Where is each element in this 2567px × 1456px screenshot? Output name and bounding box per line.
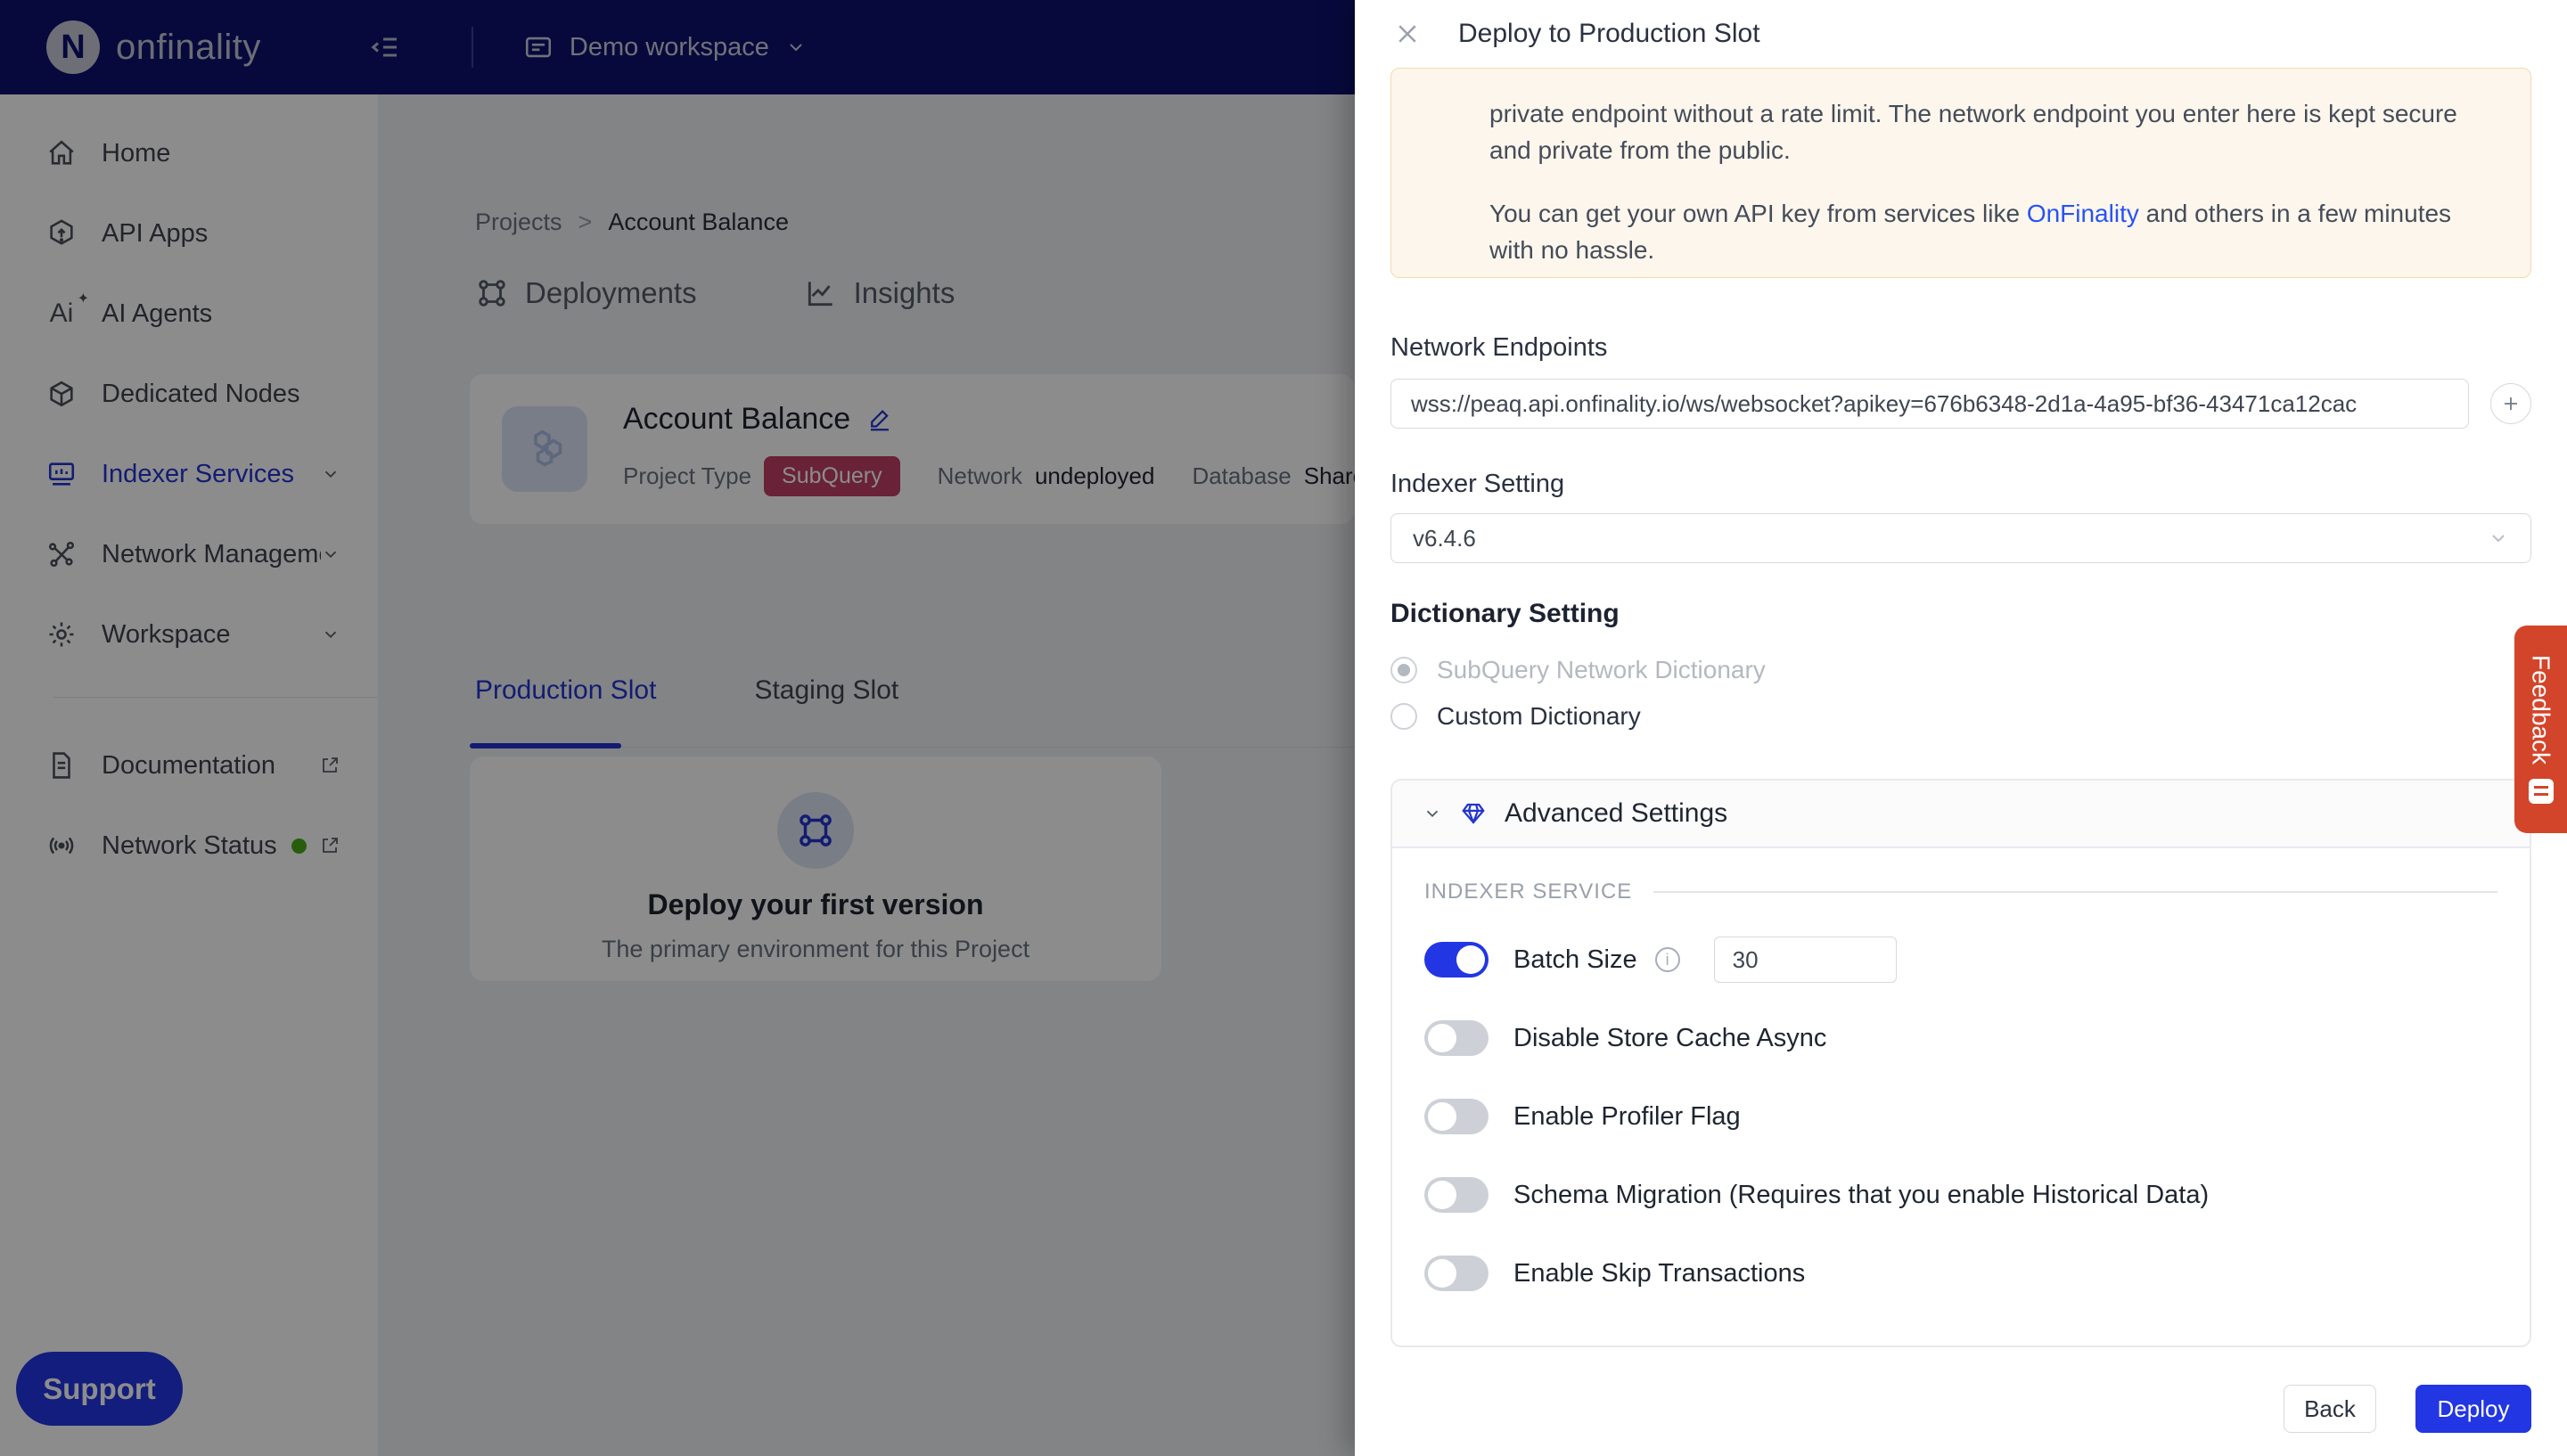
- advanced-settings-title: Advanced Settings: [1505, 798, 1727, 829]
- radio-button-icon: [1390, 657, 1417, 683]
- notice-line-1: private endpoint without a rate limit. T…: [1489, 95, 2489, 168]
- radio-label: SubQuery Network Dictionary: [1437, 656, 1766, 684]
- skip-transactions-toggle[interactable]: [1424, 1256, 1489, 1291]
- network-endpoints-label: Network Endpoints: [1390, 333, 2531, 363]
- toggle-row-profiler: Enable Profiler Flag: [1424, 1092, 2497, 1141]
- back-button[interactable]: Back: [2284, 1385, 2376, 1433]
- indexer-service-section: INDEXER SERVICE: [1424, 879, 2497, 905]
- batch-size-input[interactable]: [1714, 937, 1897, 983]
- batch-size-toggle[interactable]: [1424, 942, 1489, 977]
- batch-size-label: Batch Size: [1513, 945, 1637, 975]
- section-divider: [1653, 891, 2497, 893]
- toggle-row-skip-transactions: Enable Skip Transactions: [1424, 1249, 2497, 1297]
- drawer-header: Deploy to Production Slot: [1355, 0, 2567, 68]
- toggle-label: Disable Store Cache Async: [1513, 1024, 1826, 1053]
- feedback-note-icon: [2529, 779, 2554, 804]
- chevron-down-icon: [1423, 804, 1442, 823]
- indexer-service-label: INDEXER SERVICE: [1424, 879, 1632, 904]
- drawer-title: Deploy to Production Slot: [1458, 19, 1760, 49]
- radio-subquery-dictionary: SubQuery Network Dictionary: [1390, 652, 2531, 688]
- disable-store-cache-toggle[interactable]: [1424, 1020, 1489, 1056]
- feedback-tab[interactable]: Feedback: [2514, 626, 2567, 833]
- radio-label: Custom Dictionary: [1437, 702, 1641, 731]
- schema-migration-toggle[interactable]: [1424, 1177, 1489, 1213]
- app-root: N onfinality Demo workspace: [0, 0, 2567, 1456]
- chevron-down-icon: [2488, 528, 2509, 549]
- toggle-label: Enable Skip Transactions: [1513, 1259, 1805, 1288]
- network-endpoint-row: [1390, 379, 2531, 429]
- advanced-settings-body: INDEXER SERVICE Batch Size i Disable Sto…: [1392, 848, 2530, 1346]
- network-endpoint-input[interactable]: [1390, 379, 2469, 429]
- batch-size-row: Batch Size i: [1424, 936, 2497, 984]
- onfinality-link[interactable]: OnFinality: [2027, 200, 2139, 227]
- toggle-row-store-cache: Disable Store Cache Async: [1424, 1014, 2497, 1062]
- feedback-label: Feedback: [2527, 655, 2555, 765]
- toggle-row-schema-migration: Schema Migration (Requires that you enab…: [1424, 1171, 2497, 1219]
- radio-button-icon[interactable]: [1390, 703, 1417, 730]
- dictionary-setting-label: Dictionary Setting: [1390, 599, 2531, 629]
- indexer-version-value: v6.4.6: [1413, 525, 1476, 552]
- indexer-version-select[interactable]: v6.4.6: [1390, 513, 2531, 563]
- radio-custom-dictionary[interactable]: Custom Dictionary: [1390, 699, 2531, 734]
- info-icon[interactable]: i: [1655, 947, 1680, 972]
- add-endpoint-button[interactable]: [2490, 383, 2531, 424]
- indexer-setting-label: Indexer Setting: [1390, 470, 2531, 499]
- api-key-notice: private endpoint without a rate limit. T…: [1390, 68, 2531, 278]
- advanced-settings-header[interactable]: Advanced Settings: [1392, 781, 2530, 848]
- deploy-button[interactable]: Deploy: [2415, 1385, 2531, 1433]
- drawer-content: private endpoint without a rate limit. T…: [1390, 68, 2531, 1358]
- notice-line-2: You can get your own API key from servic…: [1489, 195, 2489, 268]
- enable-profiler-toggle[interactable]: [1424, 1099, 1489, 1134]
- toggle-label: Schema Migration (Requires that you enab…: [1513, 1181, 2209, 1210]
- advanced-settings-card: Advanced Settings INDEXER SERVICE Batch …: [1390, 779, 2531, 1347]
- deploy-drawer: Deploy to Production Slot private endpoi…: [1355, 0, 2567, 1456]
- close-icon[interactable]: [1394, 20, 1421, 47]
- notice-text: You can get your own API key from servic…: [1489, 200, 2027, 227]
- drawer-footer: Back Deploy: [2284, 1385, 2531, 1433]
- toggle-label: Enable Profiler Flag: [1513, 1102, 1741, 1132]
- diamond-icon: [1460, 800, 1487, 827]
